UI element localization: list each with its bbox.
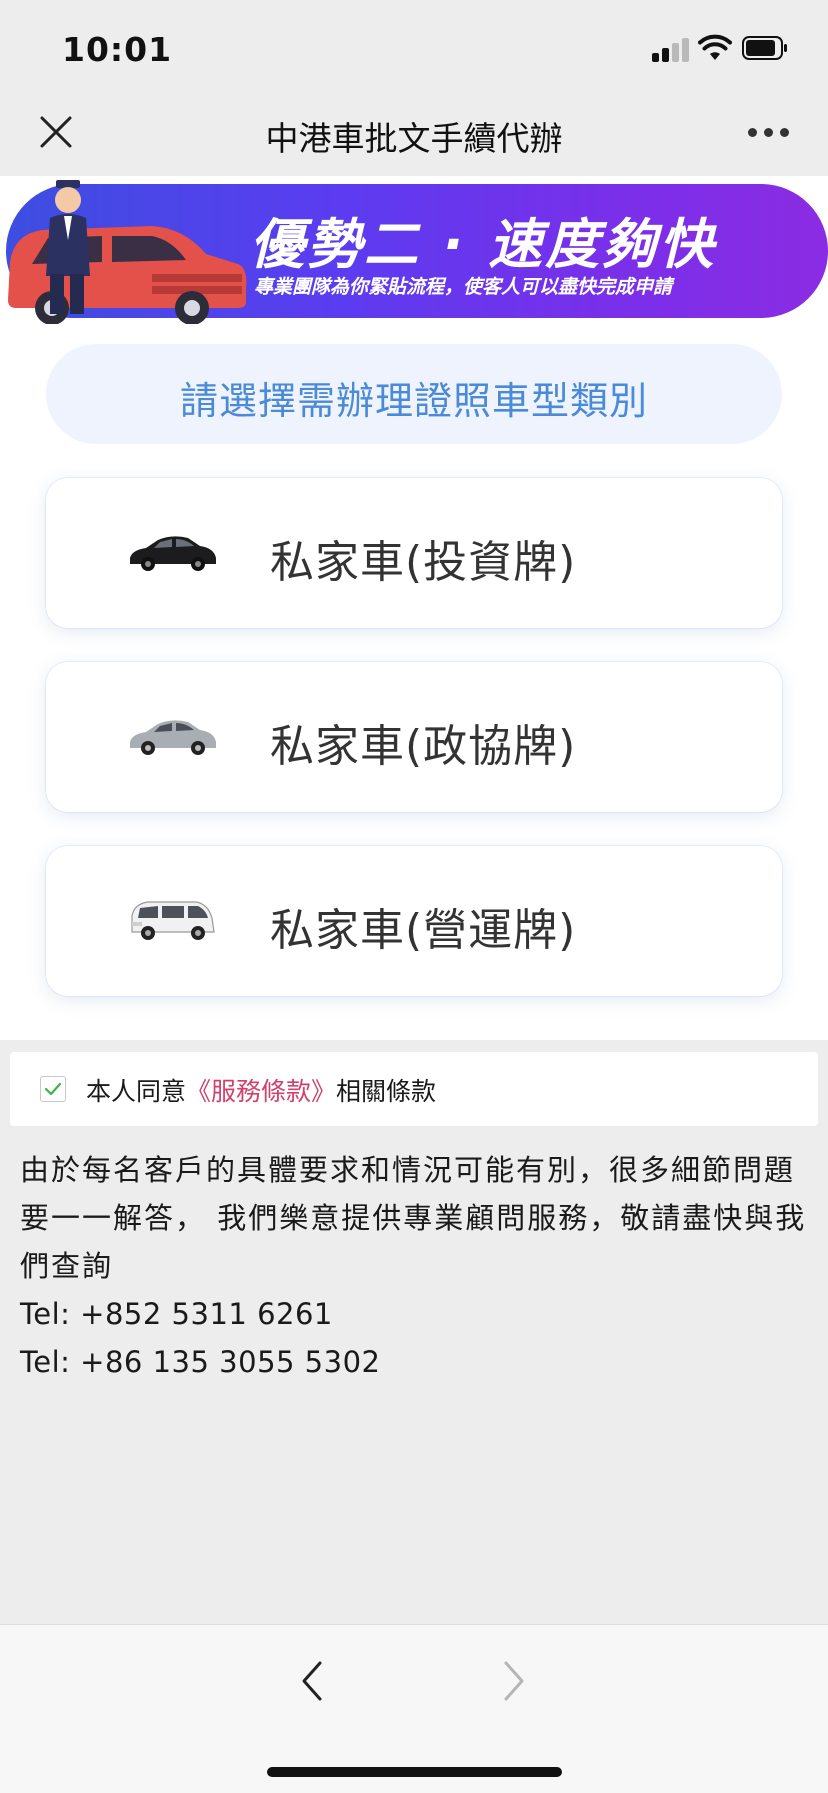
home-indicator[interactable] xyxy=(267,1767,562,1777)
silver-sedan-icon xyxy=(130,720,216,755)
back-arrow-icon[interactable] xyxy=(296,1655,326,1707)
terms-of-service-link[interactable]: 《服務條款》 xyxy=(186,1077,336,1106)
option-label: 私家車(投資牌) xyxy=(270,537,577,588)
page-title: 中港車批文手續代辦 xyxy=(265,119,563,158)
info-paragraph: 由於每名客戶的具體要求和情況可能有別，很多細節問題要一一解答， 我們樂意提供專業… xyxy=(20,1153,807,1283)
tel-cn[interactable]: Tel: +86 135 3055 5302 xyxy=(20,1338,810,1386)
cellular-signal-icon xyxy=(652,38,692,62)
contact-info: 由於每名客戶的具體要求和情況可能有別，很多細節問題要一一解答， 我們樂意提供專業… xyxy=(20,1146,810,1386)
terms-text: 本人同意《服務條款》相關條款 xyxy=(86,1072,436,1108)
banner-headline: 優勢二 · 速度夠快 xyxy=(250,213,717,276)
section-header: 請選擇需辦理證照車型類別 xyxy=(46,344,782,444)
nav-bar: 中港車批文手續代辦 xyxy=(0,100,828,176)
chauffeur-illustration-icon xyxy=(46,180,90,314)
option-card-cppcc[interactable]: 私家車(政協牌) xyxy=(46,662,782,812)
tel-hk[interactable]: Tel: +852 5311 6261 xyxy=(20,1290,810,1338)
forward-arrow-icon[interactable] xyxy=(500,1655,530,1707)
status-bar: 10:01 xyxy=(0,0,828,100)
terms-suffix: 相關條款 xyxy=(336,1077,437,1106)
black-sedan-icon xyxy=(130,536,216,571)
browser-toolbar xyxy=(0,1624,828,1793)
option-label: 私家車(政協牌) xyxy=(270,721,577,772)
status-time: 10:01 xyxy=(62,30,173,69)
option-label: 私家車(營運牌) xyxy=(270,905,577,956)
banner-subtitle: 專業團隊為你緊貼流程，使客人可以盡快完成申請 xyxy=(254,276,673,298)
battery-icon xyxy=(742,36,787,60)
white-mpv-icon xyxy=(131,901,215,940)
terms-prefix: 本人同意 xyxy=(86,1077,187,1106)
section-header-text: 請選擇需辦理證照車型類別 xyxy=(179,379,648,423)
option-card-commercial[interactable]: 私家車(營運牌) xyxy=(46,846,782,996)
main-content: 優勢二 · 速度夠快 專業團隊為你緊貼流程，使客人可以盡快完成申請 請選擇需辦理… xyxy=(0,176,828,1040)
promo-banner: 優勢二 · 速度夠快 專業團隊為你緊貼流程，使客人可以盡快完成申請 xyxy=(0,180,828,324)
option-card-investment[interactable]: 私家車(投資牌) xyxy=(46,478,782,628)
checkmark-icon xyxy=(44,1082,62,1096)
terms-agreement-row: 本人同意《服務條款》相關條款 xyxy=(10,1052,818,1126)
wifi-icon xyxy=(698,34,732,60)
more-options-icon[interactable] xyxy=(748,128,790,140)
terms-checkbox[interactable] xyxy=(40,1076,66,1102)
